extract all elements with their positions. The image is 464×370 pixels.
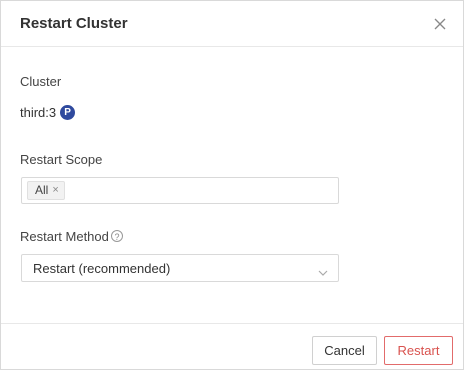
restart-scope-select[interactable]: All × (21, 177, 339, 204)
close-icon[interactable] (429, 13, 451, 35)
dialog-title: Restart Cluster (20, 15, 128, 32)
restart-cluster-dialog: Restart Cluster Cluster third:3 P Restar… (0, 0, 464, 370)
chevron-down-icon (318, 264, 328, 282)
dialog-footer: Cancel Restart (1, 323, 463, 369)
scope-tag-all: All × (27, 181, 65, 200)
cluster-label: Cluster (20, 74, 62, 89)
restart-scope-label: Restart Scope (20, 152, 103, 167)
restart-method-label: Restart Method (20, 229, 109, 244)
scope-tag-label: All (35, 183, 49, 197)
cluster-type-badge: P (60, 105, 76, 120)
cluster-name: third:3 (20, 105, 57, 120)
question-circle-icon[interactable]: ? (111, 230, 123, 242)
restart-button[interactable]: Restart (384, 336, 453, 365)
dialog-header: Restart Cluster (1, 1, 463, 47)
cancel-button[interactable]: Cancel (312, 336, 377, 365)
tag-remove-icon[interactable]: × (52, 181, 58, 200)
cluster-value: third:3 P (20, 105, 76, 120)
restart-method-select[interactable]: Restart (recommended) (21, 254, 339, 282)
restart-method-value: Restart (recommended) (33, 261, 171, 276)
